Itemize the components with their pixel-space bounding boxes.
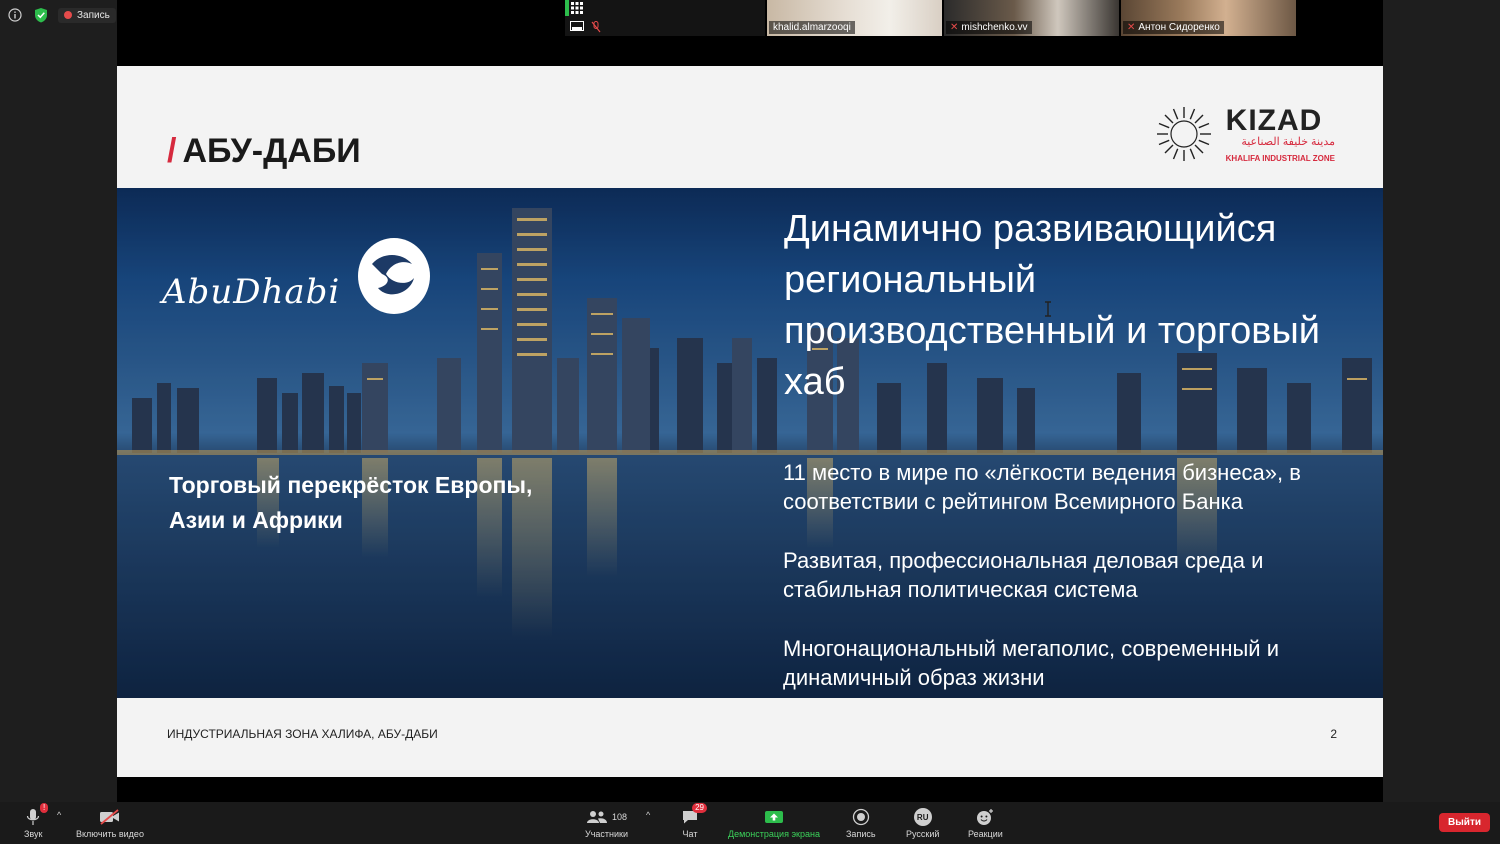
logo-name: KIZAD: [1225, 103, 1323, 137]
logo-subtitle: KHALIFA INDUSTRIAL ZONE: [1225, 153, 1335, 163]
reactions-label: Реакции: [968, 829, 1003, 839]
record-label: Запись: [846, 829, 876, 839]
language-code-badge: RU: [913, 808, 932, 826]
leave-meeting-button[interactable]: Выйти: [1439, 813, 1490, 832]
record-dot-icon: [64, 11, 72, 19]
zoom-meeting-window: Запись khalid.almarzooqi ✕mishchenko.vv: [0, 0, 1500, 844]
reactions-button[interactable]: Реакции: [968, 806, 1003, 839]
abu-dhabi-logo-text: AbuDhabi: [162, 272, 341, 312]
participants-count: 108: [611, 812, 628, 822]
participant-name: khalid.almarzooqi: [769, 21, 855, 34]
muted-icon: ✕: [950, 22, 959, 33]
participant-name: ✕ mishchenko.vv: [946, 21, 1032, 34]
slide-bullet-list: 11 место в мире по «лёгкости ведения биз…: [783, 458, 1378, 698]
active-speaker-bar: [565, 0, 569, 16]
gallery-view-icon[interactable]: [571, 1, 583, 19]
slide-page-number: 2: [1330, 727, 1337, 741]
language-button[interactable]: RU Русский: [906, 806, 939, 839]
slide-header: / АБУ-ДАБИ KIZAD مدينة خليفة الصناعية KH…: [117, 66, 1383, 188]
strip-controls: [565, 0, 765, 36]
slide-footer-text: ИНДУСТРИАЛЬНАЯ ЗОНА ХАЛИФА, АБУ-ДАБИ: [167, 727, 438, 741]
participants-label: Участники: [585, 829, 628, 839]
shield-icon[interactable]: [32, 6, 50, 24]
chat-unread-badge: 29: [692, 803, 707, 813]
share-screen-label: Демонстрация экрана: [728, 829, 820, 839]
slide-title: / АБУ-ДАБИ: [167, 132, 361, 170]
slide-headline: Динамично развивающийся региональный про…: [784, 208, 1321, 403]
slide-tagline: Торговый перекрёсток Европы, Азии и Афри…: [169, 472, 533, 533]
participants-options-caret-icon[interactable]: ^: [646, 810, 650, 820]
video-off-icon: [99, 809, 119, 825]
participant-tile[interactable]: ✕ mishchenko.vv: [944, 0, 1119, 36]
muted-icon: ✕: [1127, 22, 1136, 33]
audio-options-caret-icon[interactable]: ^: [57, 810, 61, 820]
shared-slide: / АБУ-ДАБИ KIZAD مدينة خليفة الصناعية KH…: [117, 66, 1383, 777]
record-icon: [852, 808, 869, 826]
slide-bullet: 11 место в мире по «лёгкости ведения биз…: [783, 460, 1301, 514]
meeting-toolbar: ! Звук ^ Включить видео 108 Участники ^ …: [0, 802, 1500, 844]
meeting-status-bar: Запись: [6, 6, 116, 24]
slide-bullet: Развитая, профессиональная деловая среда…: [783, 548, 1264, 602]
muted-mic-icon: [591, 20, 601, 38]
participant-tile[interactable]: khalid.almarzooqi: [767, 0, 942, 36]
participant-tile[interactable]: ✕ Антон Сидоренко: [1121, 0, 1296, 36]
recording-indicator[interactable]: Запись: [58, 7, 116, 23]
start-video-button[interactable]: Включить видео: [76, 806, 144, 839]
skyline-image: AbuDhabi Торговый перекрёсток Европы, Аз…: [117, 188, 1383, 698]
share-view-icon[interactable]: [570, 20, 584, 38]
share-screen-button[interactable]: Демонстрация экрана: [728, 806, 820, 839]
slide-footer: ИНДУСТРИАЛЬНАЯ ЗОНА ХАЛИФА, АБУ-ДАБИ 2: [117, 698, 1383, 777]
record-button[interactable]: Запись: [846, 806, 876, 839]
chat-button[interactable]: 29 Чат: [681, 803, 707, 839]
recording-label: Запись: [77, 9, 110, 21]
audio-warning-badge: !: [40, 803, 49, 813]
participants-icon: [586, 811, 607, 823]
start-video-label: Включить видео: [76, 829, 144, 839]
audio-label: Звук: [24, 829, 43, 839]
chat-label: Чат: [682, 829, 698, 839]
logo-arabic: مدينة خليفة الصناعية: [1241, 135, 1335, 148]
kizad-emblem-icon: [1156, 107, 1211, 161]
info-icon[interactable]: [6, 6, 24, 24]
smiley-icon: [977, 809, 994, 825]
microphone-icon: [27, 809, 40, 825]
participant-strip: khalid.almarzooqi ✕ mishchenko.vv ✕ Антон …: [565, 0, 1296, 36]
participants-button[interactable]: 108 Участники: [585, 806, 628, 839]
abu-dhabi-calligraphy-icon: [358, 238, 430, 314]
text-cursor-icon: [1045, 301, 1051, 317]
participant-name: ✕ Антон Сидоренко: [1123, 21, 1224, 34]
language-label: Русский: [906, 829, 940, 839]
slide-bullet: Многонациональный мегаполис, современный…: [783, 636, 1279, 690]
audio-button[interactable]: ! Звук: [24, 803, 49, 839]
kizad-logo: KIZAD مدينة خليفة الصناعية KHALIFA INDUS…: [1154, 104, 1335, 164]
share-screen-icon: [764, 811, 783, 823]
